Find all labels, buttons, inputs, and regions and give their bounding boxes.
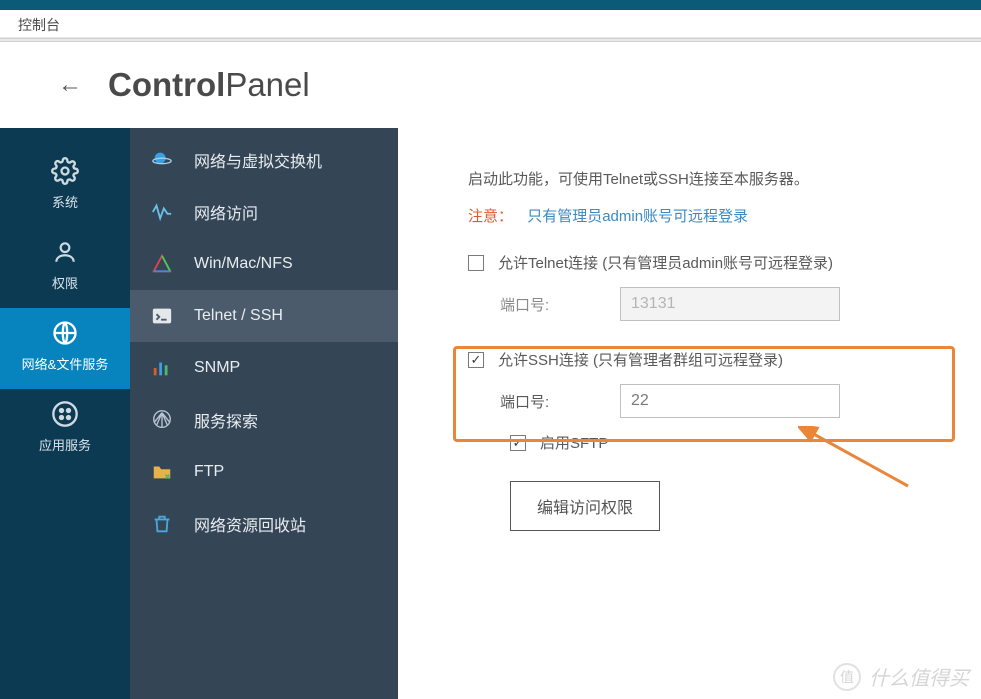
- subnav-label: 网络访问: [194, 200, 258, 224]
- left-iconbar: 系统 权限 网络&文件服务 应用服务: [0, 128, 130, 699]
- subnav-label: 网络与虚拟交换机: [194, 148, 322, 172]
- sub-navigation: 网络与虚拟交换机 网络访问 Win/Mac/NFS Telnet / SSH: [130, 128, 398, 699]
- left-item-network-files[interactable]: 网络&文件服务: [0, 308, 130, 389]
- sftp-checkbox-label: 启用SFTP: [540, 432, 608, 453]
- left-item-label: 系统: [0, 192, 130, 211]
- subnav-item-snmp[interactable]: SNMP: [130, 342, 398, 394]
- apps-circle-icon: [0, 399, 130, 429]
- user-icon: [0, 237, 130, 267]
- back-arrow-icon[interactable]: ←: [58, 71, 82, 99]
- left-item-label: 权限: [0, 273, 130, 292]
- planet-icon: [148, 146, 176, 174]
- left-item-permissions[interactable]: 权限: [0, 227, 130, 308]
- activity-icon: [148, 198, 176, 226]
- subnav-item-discovery[interactable]: 服务探索: [130, 394, 398, 446]
- content-panel: 启动此功能，可使用Telnet或SSH连接至本服务器。 注意： 只有管理员adm…: [398, 128, 981, 699]
- subnav-item-ftp[interactable]: FTP: [130, 446, 398, 498]
- note-text: 只有管理员admin账号可远程登录: [527, 208, 748, 225]
- subnav-item-network-access[interactable]: 网络访问: [130, 186, 398, 238]
- telnet-port-label: 端口号:: [500, 294, 620, 315]
- subnav-label: 网络资源回收站: [194, 512, 306, 536]
- shell-icon: [148, 406, 176, 434]
- edit-permissions-button[interactable]: 编辑访问权限: [510, 481, 660, 531]
- page-header: ← ControlPanel: [0, 42, 981, 128]
- page-title: ControlPanel: [108, 66, 310, 104]
- watermark-text: 什么值得买: [869, 662, 969, 691]
- subnav-label: FTP: [194, 463, 224, 481]
- console-label: 控制台: [0, 10, 981, 38]
- ssh-port-label: 端口号:: [500, 391, 620, 412]
- note-line: 注意： 只有管理员admin账号可远程登录: [468, 205, 951, 226]
- subnav-item-recycle[interactable]: 网络资源回收站: [130, 498, 398, 550]
- terminal-icon: [148, 302, 176, 330]
- watermark-badge: 值: [833, 663, 861, 691]
- sftp-checkbox[interactable]: [510, 435, 526, 451]
- globe-icon: [0, 318, 130, 348]
- ssh-port-input[interactable]: [620, 384, 840, 418]
- subnav-item-winmacnfs[interactable]: Win/Mac/NFS: [130, 238, 398, 290]
- subnav-label: 服务探索: [194, 408, 258, 432]
- page-title-bold: Control: [108, 66, 225, 103]
- telnet-checkbox-label: 允许Telnet连接 (只有管理员admin账号可远程登录): [498, 252, 833, 273]
- subnav-item-telnet-ssh[interactable]: Telnet / SSH: [130, 290, 398, 342]
- telnet-port-row: 端口号:: [500, 287, 951, 321]
- watermark: 值 什么值得买: [833, 662, 969, 691]
- ssh-checkbox-row: 允许SSH连接 (只有管理者群组可远程登录): [468, 349, 951, 370]
- note-label: 注意：: [468, 208, 513, 225]
- description-text: 启动此功能，可使用Telnet或SSH连接至本服务器。: [468, 168, 951, 189]
- left-item-label: 网络&文件服务: [0, 354, 130, 373]
- edit-permissions-row: 编辑访问权限: [510, 481, 951, 531]
- subnav-label: Win/Mac/NFS: [194, 255, 293, 273]
- gear-icon: [0, 156, 130, 186]
- ssh-port-row: 端口号:: [500, 384, 951, 418]
- trash-icon: [148, 510, 176, 538]
- left-item-system[interactable]: 系统: [0, 146, 130, 227]
- ssh-checkbox-label: 允许SSH连接 (只有管理者群组可远程登录): [498, 349, 783, 370]
- subnav-item-network-switch[interactable]: 网络与虚拟交换机: [130, 134, 398, 186]
- bars-icon: [148, 354, 176, 382]
- sftp-checkbox-row: 启用SFTP: [510, 432, 951, 453]
- subnav-label: SNMP: [194, 359, 240, 377]
- ssh-checkbox[interactable]: [468, 352, 484, 368]
- page-title-light: Panel: [225, 66, 309, 103]
- triangle-icon: [148, 250, 176, 278]
- left-item-apps[interactable]: 应用服务: [0, 389, 130, 470]
- subnav-label: Telnet / SSH: [194, 307, 283, 325]
- telnet-port-input: [620, 287, 840, 321]
- window-titlebar: [0, 0, 981, 10]
- left-item-label: 应用服务: [0, 435, 130, 454]
- telnet-checkbox[interactable]: [468, 255, 484, 271]
- folder-arrow-icon: [148, 458, 176, 486]
- telnet-checkbox-row: 允许Telnet连接 (只有管理员admin账号可远程登录): [468, 252, 951, 273]
